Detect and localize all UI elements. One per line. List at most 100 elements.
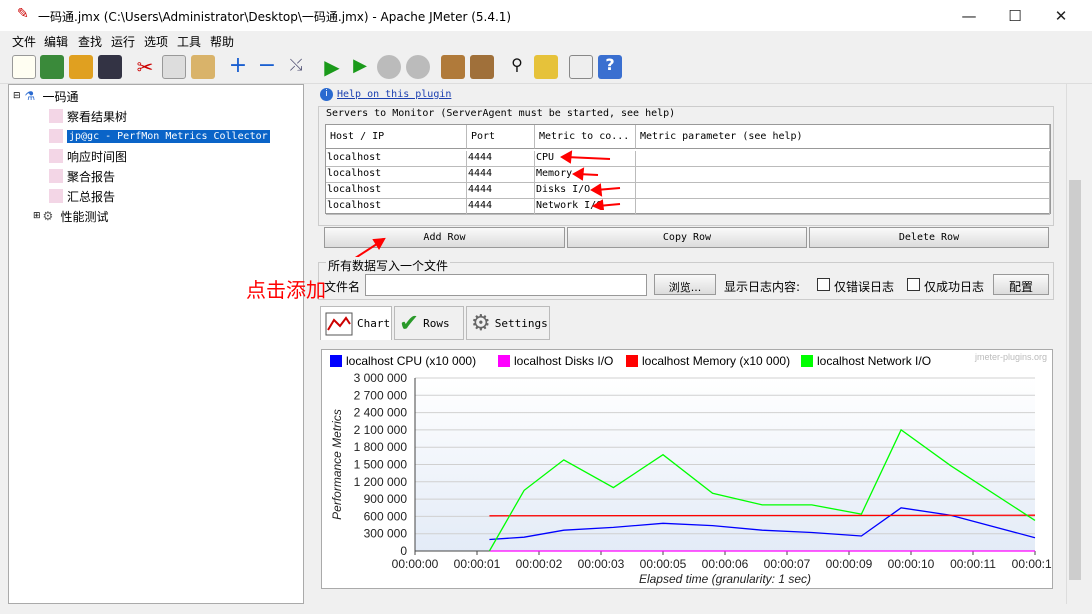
configure-button[interactable]: 配置	[993, 274, 1049, 295]
clear-icon[interactable]	[441, 55, 465, 79]
clear-all-icon[interactable]	[470, 55, 494, 79]
shutdown-icon[interactable]	[406, 55, 430, 79]
listener-chart-icon	[49, 129, 63, 143]
arrow-head	[591, 199, 605, 210]
col-metric[interactable]: Metric to co...	[535, 125, 636, 149]
y-tick-label: 1 200 000	[354, 475, 408, 489]
expand-toggle-icon[interactable]: ⊞	[33, 211, 41, 221]
vertical-scrollbar[interactable]	[1066, 84, 1082, 604]
settings-gear-icon: ⚙	[471, 310, 491, 336]
errors-only-checkbox[interactable]	[817, 278, 830, 291]
maximize-button[interactable]: ☐	[992, 0, 1038, 31]
menu-edit[interactable]: 编辑	[44, 33, 68, 50]
arrow-head	[590, 183, 603, 197]
tab-chart[interactable]: Chart	[320, 306, 392, 340]
expand-icon[interactable]: +	[226, 55, 250, 79]
chart-svg: jmeter-plugins.org 0 300 000 600 000 900 000…	[330, 352, 1059, 586]
y-tick-label: 2 100 000	[354, 423, 408, 437]
start-icon[interactable]: ▶	[320, 55, 344, 79]
x-tick-label: 00:00:10	[888, 557, 935, 571]
table-cell[interactable]: 4444	[467, 167, 535, 183]
search-icon[interactable]: ⚲	[505, 55, 529, 79]
templates-icon[interactable]	[40, 55, 64, 79]
tree-item-aggregate[interactable]: 聚合报告	[49, 167, 115, 185]
filename-input[interactable]	[365, 274, 647, 296]
col-parameter[interactable]: Metric parameter (see help)	[636, 125, 1050, 149]
menu-run[interactable]: 运行	[111, 33, 135, 50]
table-cell[interactable]: localhost	[326, 151, 467, 167]
menu-search[interactable]: 查找	[78, 33, 102, 50]
info-icon: i	[320, 88, 333, 101]
jmeter-feather-icon: ✎	[17, 6, 29, 22]
menu-help[interactable]: 帮助	[210, 33, 234, 50]
table-cell[interactable]	[636, 199, 1050, 215]
x-tick-label: 00:00:09	[826, 557, 873, 571]
reset-search-icon[interactable]	[534, 55, 558, 79]
table-cell[interactable]: 4444	[467, 183, 535, 199]
delete-row-button[interactable]: Delete Row	[809, 227, 1049, 248]
paste-icon[interactable]	[191, 55, 215, 79]
success-only-checkbox[interactable]	[907, 278, 920, 291]
menu-file[interactable]: 文件	[12, 33, 36, 50]
x-tick-label: 00:00:02	[516, 557, 563, 571]
listener-chart-icon	[49, 189, 63, 203]
collapse-icon[interactable]: −	[255, 55, 279, 79]
test-plan-tree: ⊟ ⚗ 一码通 察看结果树 jp@gc - PerfMon Metrics Co…	[8, 84, 304, 604]
x-tick-label: 00:00:03	[578, 557, 625, 571]
function-helper-icon[interactable]	[569, 55, 593, 79]
tree-item-summary[interactable]: 汇总报告	[49, 187, 115, 205]
copy-icon[interactable]	[162, 55, 186, 79]
start-no-pause-icon[interactable]: ▶	[348, 55, 372, 79]
help-plugin-link[interactable]: Help on this plugin	[337, 89, 451, 100]
open-icon[interactable]	[69, 55, 93, 79]
table-cell[interactable]: localhost	[326, 199, 467, 215]
toggle-icon[interactable]: ⤯	[284, 55, 308, 79]
table-cell[interactable]	[636, 167, 1050, 183]
close-icon: ✕	[1054, 6, 1068, 25]
table-cell[interactable]: localhost	[326, 167, 467, 183]
tree-root-label: 一码通	[42, 89, 79, 104]
watermark: jmeter-plugins.org	[974, 352, 1047, 362]
table-cell[interactable]: localhost	[326, 183, 467, 199]
tab-rows[interactable]: ✔ Rows	[394, 306, 464, 340]
browse-button[interactable]: 浏览...	[654, 274, 716, 295]
gear-icon: ⚙	[42, 209, 54, 223]
arrow-head	[572, 167, 585, 181]
window-title: 一码通.jmx (C:\Users\Administrator\Desktop\…	[38, 10, 512, 24]
table-cell[interactable]	[636, 183, 1050, 199]
tree-root[interactable]: ⊟ ⚗ 一码通	[13, 87, 79, 105]
menu-options[interactable]: 选项	[144, 33, 168, 50]
y-axis-label: Performance Metrics	[330, 409, 344, 520]
minimize-button[interactable]: —	[946, 0, 992, 31]
legend-label: localhost Network I/O	[817, 354, 931, 368]
annotation-text: 点击添加	[246, 278, 326, 302]
arrow-head	[560, 150, 573, 164]
menu-tools[interactable]: 工具	[177, 33, 201, 50]
close-button[interactable]: ✕	[1038, 0, 1084, 31]
copy-row-button[interactable]: Copy Row	[567, 227, 807, 248]
tree-item-perfmon[interactable]: jp@gc - PerfMon Metrics Collector	[49, 127, 271, 145]
col-host[interactable]: Host / IP	[326, 125, 467, 149]
series-line	[489, 514, 1036, 517]
tab-settings[interactable]: ⚙ Settings	[466, 306, 550, 340]
y-tick-label: 2 400 000	[354, 406, 408, 420]
stop-icon[interactable]	[377, 55, 401, 79]
table-cell[interactable]: 4444	[467, 151, 535, 167]
y-tick-label: 1 800 000	[354, 440, 408, 454]
expand-toggle-icon[interactable]: ⊟	[13, 91, 21, 101]
servers-table: Host / IP Port Metric to co... Metric pa…	[325, 124, 1051, 215]
tree-item-view-results[interactable]: 察看结果树	[49, 107, 127, 125]
save-icon[interactable]	[98, 55, 122, 79]
help-icon[interactable]: ?	[598, 55, 622, 79]
col-port[interactable]: Port	[467, 125, 535, 149]
y-tick-label: 2 700 000	[354, 388, 408, 402]
table-cell[interactable]: 4444	[467, 199, 535, 215]
tree-item-thread-group[interactable]: ⊞ ⚙ 性能测试	[33, 207, 109, 225]
errors-only-label: 仅错误日志	[834, 280, 895, 294]
tree-item-response-time[interactable]: 响应时间图	[49, 147, 127, 165]
cut-icon[interactable]: ✂	[133, 55, 157, 79]
x-tick-label: 00:00:01	[454, 557, 501, 571]
new-icon[interactable]	[12, 55, 36, 79]
scrollbar-thumb[interactable]	[1069, 180, 1081, 580]
table-cell[interactable]	[636, 151, 1050, 167]
